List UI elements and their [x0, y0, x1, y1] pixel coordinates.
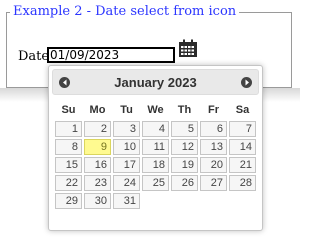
calendar-cell: 23 [84, 175, 111, 191]
calendar-day[interactable]: 25 [142, 175, 169, 191]
chevron-right-icon[interactable] [241, 77, 252, 88]
calendar-cell: 29 [55, 193, 82, 209]
calendar-cell: 20 [200, 157, 227, 173]
calendar-days: 1 2 3 4 5 6 7 8 9 10 11 12 13 14 15 16 17 18 19 20 21 22 23 24 2… [55, 121, 256, 209]
weekday-header: Su [61, 104, 76, 116]
calendar-day[interactable]: 17 [113, 157, 140, 173]
calendar-day[interactable]: 7 [229, 121, 256, 137]
calendar-cell: 27 [200, 175, 227, 191]
calendar-cell [171, 193, 198, 209]
calendar-day[interactable]: 28 [229, 175, 256, 191]
calendar-day[interactable]: 8 [55, 139, 82, 155]
weekday-header: We [147, 104, 164, 116]
calendar-day[interactable]: 23 [84, 175, 111, 191]
calendar-cell: 10 [113, 139, 140, 155]
calendar-week-row: 29 30 31 [55, 193, 256, 209]
calendar-cell: 22 [55, 175, 82, 191]
calendar-cell: 8 [55, 139, 82, 155]
calendar-day[interactable]: 19 [171, 157, 198, 173]
calendar-cell: 6 [200, 121, 227, 137]
calendar-day[interactable]: 13 [200, 139, 227, 155]
fieldset-legend: Example 2 - Date select from icon [10, 5, 240, 19]
calendar-day[interactable]: 29 [55, 193, 82, 209]
calendar-cell: 1 [55, 121, 82, 137]
calendar-cell: 24 [113, 175, 140, 191]
weekday-header: Th [177, 104, 192, 116]
datepicker-header: January 2023 [52, 69, 259, 95]
calendar-day[interactable]: 12 [171, 139, 198, 155]
calendar-cell [229, 193, 256, 209]
calendar-cell: 5 [171, 121, 198, 137]
calendar-cell: 25 [142, 175, 169, 191]
calendar-cell: 17 [113, 157, 140, 173]
calendar-day[interactable]: 10 [113, 139, 140, 155]
calendar-cell [200, 193, 227, 209]
calendar-cell: 16 [84, 157, 111, 173]
calendar-day[interactable]: 27 [200, 175, 227, 191]
calendar-day[interactable]: 5 [171, 121, 198, 137]
calendar-day[interactable]: 31 [113, 193, 140, 209]
calendar-cell: 21 [229, 157, 256, 173]
calendar-cell: 11 [142, 139, 169, 155]
calendar-day[interactable]: 22 [55, 175, 82, 191]
calendar-day[interactable]: 18 [142, 157, 169, 173]
calendar-cell: 9 [84, 139, 111, 155]
calendar-cell: 7 [229, 121, 256, 137]
calendar-cell: 18 [142, 157, 169, 173]
calendar-day[interactable]: 6 [200, 121, 227, 137]
calendar-icon[interactable] [178, 39, 198, 58]
calendar-day[interactable]: 4 [142, 121, 169, 137]
weekday-header: Sa [235, 104, 250, 116]
calendar-day[interactable]: 21 [229, 157, 256, 173]
calendar-day[interactable]: 15 [55, 157, 82, 173]
weekday-header: Fr [208, 104, 219, 116]
calendar-cell [142, 193, 169, 209]
calendar-day[interactable]: 30 [84, 193, 111, 209]
datepicker-popup: January 2023 Su Mo Tu We Th Fr Sa 1 2 3 4 5 6 7 8 9 10 1… [48, 65, 263, 231]
calendar-cell: 2 [84, 121, 111, 137]
calendar-cell: 15 [55, 157, 82, 173]
calendar-cell: 13 [200, 139, 227, 155]
calendar-day[interactable]: 16 [84, 157, 111, 173]
weekday-header: Mo [89, 104, 106, 116]
calendar-day[interactable]: 1 [55, 121, 82, 137]
calendar-day[interactable]: 26 [171, 175, 198, 191]
calendar-day[interactable]: 2 [84, 121, 111, 137]
calendar-cell: 4 [142, 121, 169, 137]
calendar-week-row: 8 9 10 11 12 13 14 [55, 139, 256, 155]
calendar-cell: 12 [171, 139, 198, 155]
calendar-day[interactable]: 20 [200, 157, 227, 173]
date-input[interactable] [47, 47, 175, 63]
weekday-header-row: Su Mo Tu We Th Fr Sa [55, 101, 256, 119]
month-title: January 2023 [114, 75, 197, 90]
calendar-day[interactable]: 14 [229, 139, 256, 155]
calendar-cell: 14 [229, 139, 256, 155]
weekday-header: Tu [120, 104, 133, 116]
calendar-week-row: 22 23 24 25 26 27 28 [55, 175, 256, 191]
calendar-day[interactable]: 24 [113, 175, 140, 191]
calendar-day[interactable]: 11 [142, 139, 169, 155]
calendar-cell: 3 [113, 121, 140, 137]
calendar-day-today[interactable]: 9 [84, 139, 111, 155]
calendar-cell: 19 [171, 157, 198, 173]
calendar-cell: 31 [113, 193, 140, 209]
calendar-cell: 28 [229, 175, 256, 191]
calendar-cell: 26 [171, 175, 198, 191]
calendar-cell: 30 [84, 193, 111, 209]
calendar-week-row: 1234567 [55, 121, 256, 137]
calendar-week-row: 15 16 17 18 19 20 21 [55, 157, 256, 173]
calendar-day[interactable]: 3 [113, 121, 140, 137]
calendar-grid: Su Mo Tu We Th Fr Sa 1 2 3 4 5 6 7 8 9 10 11 12 13 14 15 16 17… [53, 99, 258, 211]
